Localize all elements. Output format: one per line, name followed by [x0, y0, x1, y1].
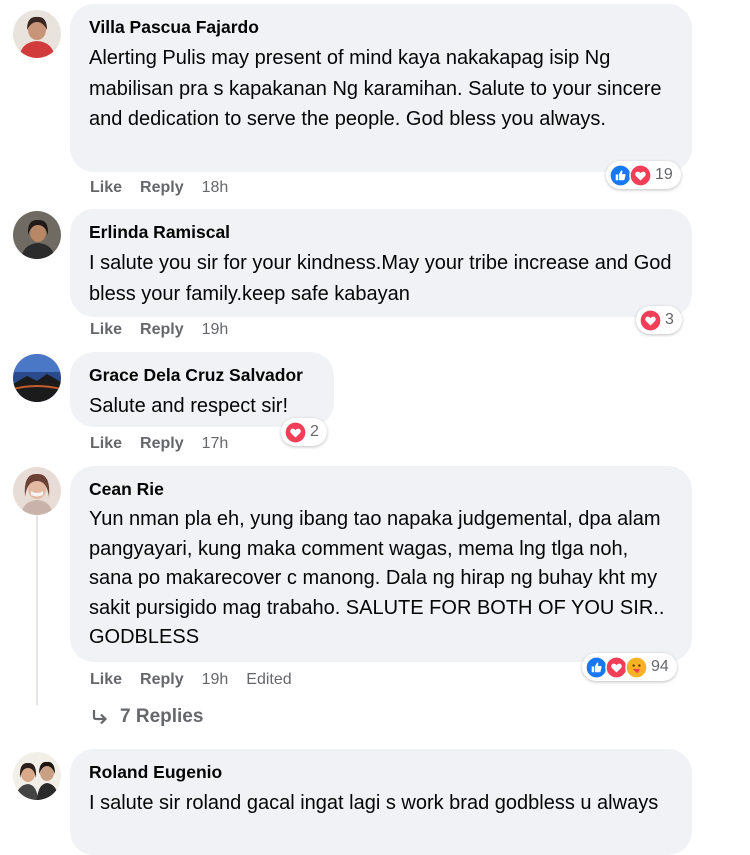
reaction-summary[interactable]: 19 [606, 161, 681, 189]
replies-label: 7 Replies [120, 706, 204, 727]
comment-actions: Like Reply 19h [90, 321, 246, 339]
comment-actions: Like Reply 18h [90, 179, 246, 197]
avatar[interactable] [13, 354, 61, 402]
comment-text: Salute and respect sir! [89, 395, 288, 417]
comment-actions: Like Reply 17h [90, 435, 246, 453]
reaction-count: 3 [665, 311, 674, 328]
comment-bubble: Erlinda Ramiscal I salute you sir for yo… [70, 209, 692, 317]
reply-button[interactable]: Reply [140, 179, 184, 196]
timestamp[interactable]: 19h [202, 321, 229, 338]
like-button[interactable]: Like [90, 671, 122, 688]
comment-author[interactable]: Cean Rie [89, 478, 672, 500]
reply-arrow-icon [92, 710, 108, 725]
comment-bubble: Grace Dela Cruz Salvador Salute and resp… [70, 352, 334, 427]
reply-button[interactable]: Reply [140, 671, 184, 688]
comment-bubble: Villa Pascua Fajardo Alerting Pulis may … [70, 4, 692, 172]
view-replies-button[interactable]: 7 Replies [90, 706, 203, 728]
comment-actions: Like Reply 19h Edited [90, 671, 310, 689]
comment-bubble: Cean Rie Yun nman pla eh, yung ibang tao… [70, 466, 692, 662]
timestamp[interactable]: 17h [202, 435, 229, 452]
comment-bubble: Roland Eugenio I salute sir roland gacal… [70, 749, 692, 855]
reaction-count: 94 [651, 658, 669, 675]
comment-author[interactable]: Roland Eugenio [89, 761, 672, 783]
avatar[interactable] [13, 752, 61, 800]
reaction-count: 19 [655, 166, 673, 183]
avatar[interactable] [13, 211, 61, 259]
avatar[interactable] [13, 467, 61, 515]
avatar[interactable] [13, 10, 61, 58]
love-reaction-icon [629, 163, 652, 187]
comment-text: I salute sir roland gacal ingat lagi s w… [89, 792, 659, 814]
reaction-summary[interactable]: 2 [281, 418, 327, 446]
care-reaction-icon [625, 655, 648, 679]
reply-button[interactable]: Reply [140, 321, 184, 338]
reply-button[interactable]: Reply [140, 435, 184, 452]
comment-text: I salute you sir for your kindness.May y… [89, 252, 672, 305]
thread-line [36, 515, 38, 705]
comment-text: Alerting Pulis may present of mind kaya … [89, 47, 662, 130]
timestamp[interactable]: 19h [202, 671, 229, 688]
edited-label: Edited [246, 671, 292, 688]
love-reaction-icon [284, 420, 307, 444]
love-reaction-icon [639, 308, 662, 332]
timestamp[interactable]: 18h [202, 179, 229, 196]
comment-author[interactable]: Villa Pascua Fajardo [89, 16, 672, 38]
reaction-count: 2 [310, 423, 319, 440]
like-button[interactable]: Like [90, 435, 122, 452]
like-button[interactable]: Like [90, 321, 122, 338]
comment-author[interactable]: Erlinda Ramiscal [89, 221, 672, 243]
comment-author[interactable]: Grace Dela Cruz Salvador [89, 364, 314, 386]
reaction-summary[interactable]: 3 [636, 306, 682, 334]
reaction-summary[interactable]: 94 [582, 653, 677, 681]
like-button[interactable]: Like [90, 179, 122, 196]
comment-text: Yun nman pla eh, yung ibang tao napaka j… [89, 508, 665, 648]
